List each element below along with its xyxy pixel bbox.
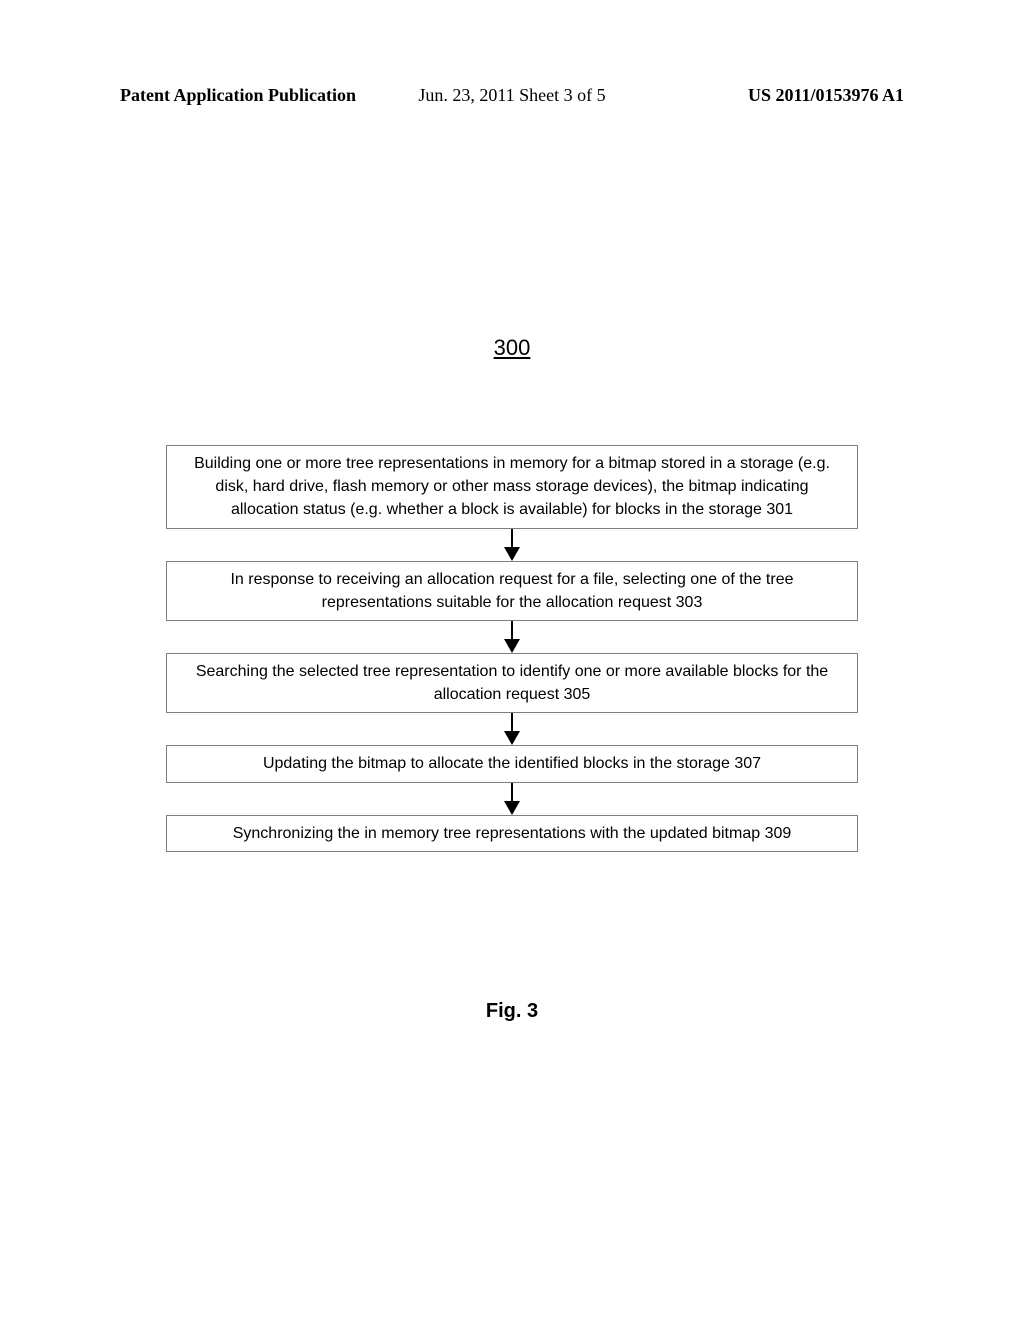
flow-step-305: Searching the selected tree representati… — [166, 653, 858, 713]
figure-caption: Fig. 3 — [486, 1000, 538, 1023]
header-right: US 2011/0153976 A1 — [748, 85, 904, 106]
arrow-icon — [507, 713, 517, 745]
arrow-icon — [507, 783, 517, 815]
header-left: Patent Application Publication — [120, 85, 356, 105]
arrow-icon — [507, 621, 517, 653]
flow-step-309: Synchronizing the in memory tree represe… — [166, 815, 858, 852]
flow-step-303: In response to receiving an allocation r… — [166, 561, 858, 621]
arrow-icon — [507, 529, 517, 561]
flow-step-301: Building one or more tree representation… — [166, 445, 858, 529]
flow-step-307: Updating the bitmap to allocate the iden… — [166, 745, 858, 782]
page-header: Patent Application Publication Jun. 23, … — [0, 85, 1024, 106]
diagram-reference-number: 300 — [494, 335, 531, 361]
header-mid: Jun. 23, 2011 Sheet 3 of 5 — [418, 85, 605, 106]
flowchart: Building one or more tree representation… — [166, 445, 858, 852]
